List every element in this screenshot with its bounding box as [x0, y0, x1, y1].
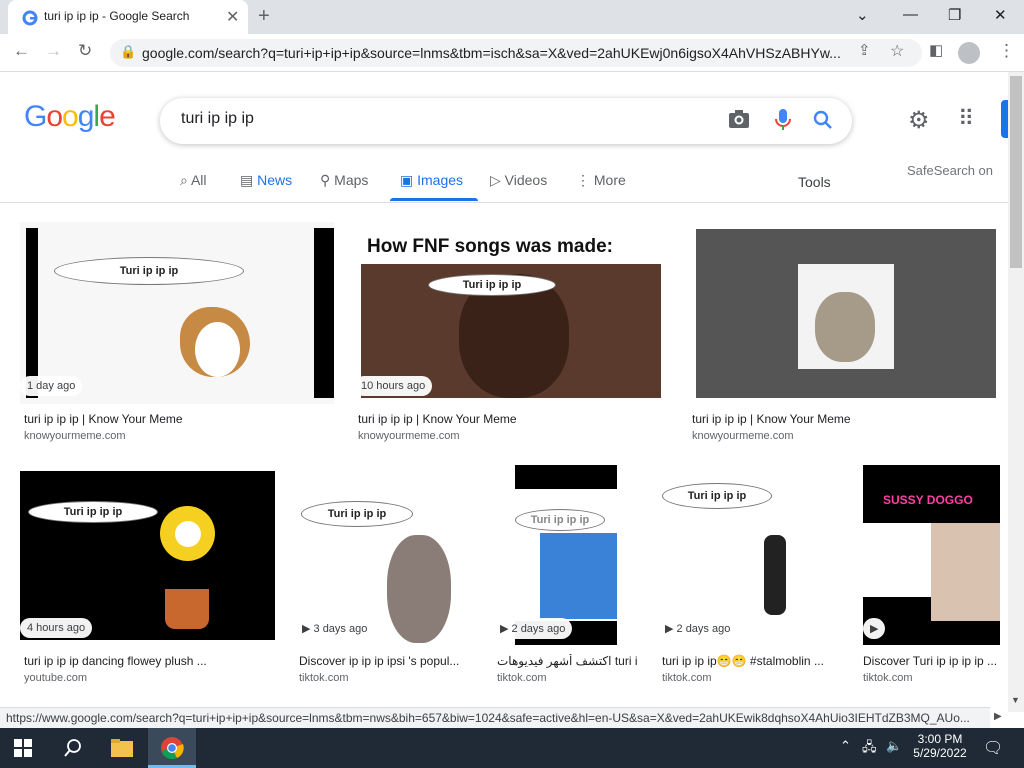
scroll-down-icon[interactable]: ▼ [1011, 695, 1020, 705]
tab-title: turi ip ip ip - Google Search [44, 9, 190, 23]
restore-icon[interactable]: ❐ [948, 6, 961, 24]
tab-images[interactable]: ▣ Images [400, 172, 463, 189]
time-badge: 4 hours ago [20, 618, 93, 638]
time-badge: ▶ 3 days ago [295, 618, 375, 639]
file-explorer-icon[interactable] [110, 738, 134, 758]
result-source[interactable]: youtube.com [24, 672, 87, 684]
speech-bubble: Turi ip ip ip [301, 501, 413, 527]
tray-chevron-icon[interactable]: ⌃ [840, 738, 851, 754]
play-icon: ▶ [500, 623, 512, 635]
chrome-icon [161, 737, 184, 760]
network-icon[interactable]: 🖧 [862, 738, 877, 760]
play-icon: ▶ [665, 623, 677, 635]
result-source[interactable]: tiktok.com [497, 672, 547, 684]
menu-icon[interactable]: ⋮ [998, 41, 1015, 61]
minimize-icon[interactable]: — [903, 6, 918, 23]
time-badge: 10 hours ago [354, 376, 433, 396]
scroll-right-icon[interactable]: ▶ [994, 711, 1002, 722]
time-badge: ▶ 2 days ago [493, 618, 573, 639]
browser-tab[interactable]: turi ip ip ip - Google Search ✕ [8, 0, 248, 34]
clock-date: 5/29/2022 [913, 746, 967, 760]
thumbnail-caption: How FNF songs was made: [367, 236, 613, 257]
google-favicon-icon [22, 10, 38, 26]
url-text[interactable]: google.com/search?q=turi+ip+ip+ip&source… [142, 45, 847, 61]
side-panel-icon[interactable]: ◧ [929, 41, 943, 59]
more-dots-icon: ⋮ [576, 172, 594, 188]
result-source[interactable]: tiktok.com [662, 672, 712, 684]
close-window-icon[interactable]: ✕ [994, 6, 1007, 24]
news-icon: ▤ [240, 172, 258, 188]
taskbar-clock[interactable]: 3:00 PM 5/29/2022 [905, 732, 975, 760]
result-thumbnail[interactable]: SUSSY DOGGO [863, 465, 1000, 645]
back-icon[interactable]: ← [13, 41, 30, 61]
result-source[interactable]: knowyourmeme.com [24, 430, 125, 442]
result-thumbnail[interactable] [688, 222, 1002, 404]
speech-bubble: Turi ip ip ip [515, 509, 605, 531]
result-source[interactable]: tiktok.com [863, 672, 913, 684]
result-title[interactable]: turi ip ip ip dancing flowey plush ... [24, 654, 274, 668]
result-source[interactable]: knowyourmeme.com [358, 430, 459, 442]
tab-maps[interactable]: ⚲ Maps [320, 172, 368, 189]
share-icon[interactable]: ⇪ [858, 41, 871, 59]
speech-bubble: Turi ip ip ip [428, 274, 556, 296]
tabs-divider [0, 202, 1010, 203]
search-small-icon: ⌕ [180, 172, 191, 188]
safesearch-label[interactable]: SafeSearch on [907, 163, 993, 178]
forward-icon[interactable]: → [45, 41, 62, 61]
play-icon: ▶ [302, 623, 314, 635]
result-title[interactable]: Discover ip ip ip ipsi 's popul... [299, 654, 475, 668]
speech-bubble: Turi ip ip ip [662, 483, 772, 509]
tab-all[interactable]: ⌕ All [180, 172, 207, 189]
result-source[interactable]: knowyourmeme.com [692, 430, 793, 442]
lock-icon[interactable]: 🔒 [120, 44, 136, 60]
tab-videos[interactable]: ▷ Videos [490, 172, 547, 189]
taskbar-search-icon[interactable] [63, 738, 83, 758]
clock-time: 3:00 PM [917, 732, 963, 746]
status-url: https://www.google.com/search?q=turi+ip+… [6, 711, 970, 725]
selected-tab-indicator [390, 198, 478, 201]
thumbnail-caption: SUSSY DOGGO [883, 493, 973, 507]
camera-icon[interactable] [728, 109, 750, 129]
tab-news[interactable]: ▤ News [240, 172, 292, 189]
search-input[interactable]: turi ip ip ip [181, 110, 254, 128]
result-title[interactable]: Discover Turi ip ip ip ip ... [863, 654, 1000, 668]
profile-avatar[interactable] [958, 42, 980, 64]
settings-gear-icon[interactable]: ⚙ [908, 106, 930, 135]
result-title[interactable]: turi ip ip ip | Know Your Meme [692, 412, 1002, 426]
speech-bubble: Turi ip ip ip [28, 501, 158, 523]
microphone-icon[interactable] [775, 108, 791, 132]
video-icon: ▷ [490, 172, 505, 188]
search-icon[interactable] [813, 110, 833, 130]
result-thumbnail[interactable]: Turi ip ip ip [20, 471, 275, 640]
map-pin-icon: ⚲ [320, 172, 335, 188]
result-title[interactable]: turi ip ip ip | Know Your Meme [358, 412, 668, 426]
tab-more[interactable]: ⋮ More [576, 172, 626, 189]
notifications-icon[interactable]: 🗨 [983, 738, 1003, 758]
speech-bubble: Turi ip ip ip [54, 257, 244, 285]
new-tab-icon[interactable]: + [258, 5, 270, 28]
tab-search-icon[interactable]: ⌄ [856, 6, 869, 24]
time-badge: 1 day ago [20, 376, 83, 396]
time-badge: ▶ 2 days ago [658, 618, 738, 639]
result-source[interactable]: tiktok.com [299, 672, 349, 684]
scrollbar-thumb[interactable] [1010, 76, 1022, 268]
image-icon: ▣ [400, 172, 418, 188]
google-logo[interactable]: Google [24, 100, 116, 134]
volume-icon[interactable]: 🔈 [886, 738, 902, 754]
result-title[interactable]: turi ip ip ip😁😁 #stalmoblin ... [662, 654, 840, 668]
result-title[interactable]: turi ip ip ip | Know Your Meme [24, 412, 334, 426]
apps-grid-icon[interactable]: ⠿ [958, 106, 974, 132]
result-title[interactable]: اكتشف أشهر فيديوهات turi ip ... [497, 654, 638, 668]
close-tab-icon[interactable]: ✕ [226, 7, 239, 27]
windows-start-icon[interactable] [14, 739, 32, 757]
tools-button[interactable]: Tools [798, 174, 831, 190]
reload-icon[interactable]: ↻ [78, 41, 92, 61]
bookmark-star-icon[interactable]: ☆ [890, 41, 904, 61]
